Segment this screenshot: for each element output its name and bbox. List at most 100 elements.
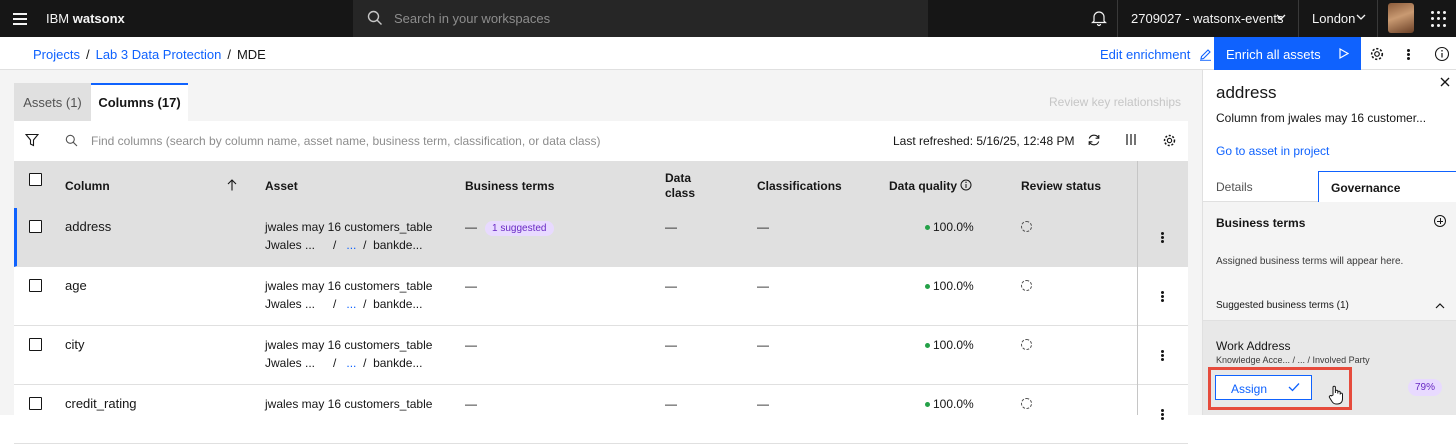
data-class-cell: —: [665, 397, 677, 411]
column-name[interactable]: address: [65, 219, 111, 234]
row-checkbox[interactable]: [29, 279, 42, 292]
header-data-quality[interactable]: Data quality: [889, 179, 957, 193]
panel-title: address: [1216, 83, 1277, 102]
asset-path: Jwales ... / ... / bankde...: [265, 238, 422, 252]
columns-icon[interactable]: [1125, 133, 1137, 146]
business-terms-cell: —: [465, 397, 477, 411]
overflow-menu-icon[interactable]: [1161, 232, 1164, 243]
product-logo[interactable]: IBM watsonx: [46, 11, 125, 26]
sort-ascending-icon[interactable]: [227, 179, 237, 191]
header-data-class[interactable]: Data: [665, 171, 691, 185]
header-classifications[interactable]: Classifications: [757, 179, 842, 193]
close-icon[interactable]: [1439, 76, 1451, 88]
search-icon: [367, 10, 382, 25]
row-checkbox[interactable]: [29, 220, 42, 233]
table-row[interactable]: age jwales may 16 customers_table Jwales…: [14, 267, 1188, 326]
breadcrumb-projects[interactable]: Projects: [33, 47, 80, 62]
account-switcher[interactable]: 2709027 - watsonx-events: [1131, 11, 1283, 26]
overflow-menu-icon[interactable]: [1161, 291, 1164, 302]
suggested-terms-heading[interactable]: Suggested business terms (1): [1216, 300, 1349, 311]
global-search[interactable]: Search in your workspaces: [353, 0, 928, 37]
menu-icon[interactable]: [8, 6, 34, 32]
asset-name[interactable]: jwales may 16 customers_table: [265, 338, 432, 352]
suggested-term-name[interactable]: Work Address: [1216, 339, 1290, 353]
tab-governance[interactable]: Governance: [1318, 171, 1456, 202]
tab-columns[interactable]: Columns (17): [91, 83, 188, 121]
go-to-asset-link[interactable]: Go to asset in project: [1216, 144, 1329, 158]
breadcrumb-bar: Projects / Lab 3 Data Protection / MDE Edit …: [0, 37, 1456, 70]
classifications-cell: —: [757, 220, 769, 234]
row-checkbox[interactable]: [29, 397, 42, 410]
suggested-term-path: Knowledge Acce... / ... / Involved Party: [1216, 355, 1370, 365]
region-switcher[interactable]: London: [1312, 11, 1355, 26]
business-terms-cell: —: [465, 338, 477, 352]
review-key-relationships-button[interactable]: Review key relationships: [1049, 95, 1181, 109]
header-business-terms[interactable]: Business terms: [465, 179, 554, 193]
asset-path-ellipsis[interactable]: ...: [346, 297, 356, 311]
tab-assets[interactable]: Assets (1): [14, 83, 91, 121]
column-name[interactable]: city: [65, 337, 85, 352]
asset-path-ellipsis[interactable]: ...: [346, 356, 356, 370]
asset-name[interactable]: jwales may 16 customers_table: [265, 397, 432, 411]
chevron-down-icon[interactable]: [1356, 14, 1366, 21]
confidence-badge: 79%: [1408, 379, 1442, 396]
breadcrumb: Projects / Lab 3 Data Protection / MDE: [33, 47, 266, 62]
asset-path-leaf: bankde...: [373, 356, 423, 370]
global-search-input[interactable]: Search in your workspaces: [394, 11, 550, 26]
breadcrumb-project[interactable]: Lab 3 Data Protection: [96, 47, 222, 62]
table-row[interactable]: address jwales may 16 customers_table Jw…: [14, 208, 1188, 267]
asset-path: Jwales ... / ... / bankde...: [265, 356, 422, 370]
edit-icon: [1199, 49, 1211, 61]
asset-name[interactable]: jwales may 16 customers_table: [265, 220, 432, 234]
overflow-menu-icon[interactable]: [1407, 49, 1410, 60]
overflow-menu-icon[interactable]: [1161, 350, 1164, 361]
chevron-down-icon[interactable]: [1276, 14, 1286, 21]
settings-icon[interactable]: [1369, 46, 1385, 62]
data-quality-cell: 100.0%: [925, 220, 974, 234]
asset-path-root: Jwales ...: [265, 238, 316, 252]
suggested-badge[interactable]: 1 suggested: [485, 221, 554, 236]
info-icon[interactable]: [960, 179, 972, 191]
tab-details[interactable]: Details: [1216, 180, 1253, 194]
panel-subtitle: Column from jwales may 16 customer...: [1216, 111, 1427, 125]
status-dot: [925, 225, 930, 231]
brand-name: watsonx: [72, 11, 125, 26]
header-data-class-line2: class: [665, 186, 696, 200]
chevron-up-icon[interactable]: [1435, 302, 1445, 309]
settings-icon[interactable]: [1162, 133, 1177, 148]
assign-button[interactable]: Assign: [1215, 375, 1312, 400]
play-icon: [1339, 48, 1349, 59]
select-all-checkbox[interactable]: [29, 173, 42, 186]
row-checkbox[interactable]: [29, 338, 42, 351]
header-asset[interactable]: Asset: [265, 179, 298, 193]
add-business-term-icon[interactable]: [1434, 215, 1446, 227]
asset-name[interactable]: jwales may 16 customers_table: [265, 279, 432, 293]
edit-enrichment-button[interactable]: Edit enrichment: [1100, 47, 1212, 62]
hand-cursor-icon: [1328, 385, 1343, 405]
info-icon[interactable]: [1434, 46, 1450, 62]
business-terms-heading: Business terms: [1216, 216, 1306, 230]
header-review-status[interactable]: Review status: [1021, 179, 1101, 193]
data-quality-cell: 100.0%: [925, 338, 974, 352]
column-name[interactable]: credit_rating: [65, 396, 137, 411]
column-name[interactable]: age: [65, 278, 87, 293]
checkmark-icon: [1288, 383, 1300, 392]
asset-path-ellipsis[interactable]: ...: [346, 238, 356, 252]
breadcrumb-separator: /: [85, 47, 90, 62]
avatar[interactable]: [1388, 3, 1414, 33]
asset-path: Jwales ... / ... / bankde...: [265, 297, 422, 311]
table-row[interactable]: city jwales may 16 customers_table Jwale…: [14, 326, 1188, 385]
refresh-icon[interactable]: [1087, 133, 1101, 147]
enrich-all-assets-button[interactable]: Enrich all assets: [1214, 37, 1361, 70]
notification-icon[interactable]: [1090, 9, 1108, 27]
suggested-term-card: Work Address Knowledge Acce... / ... / I…: [1203, 321, 1456, 415]
data-quality-value: 100.0%: [933, 279, 974, 293]
header-column[interactable]: Column: [65, 179, 110, 193]
filter-icon[interactable]: [25, 133, 39, 147]
column-search-input[interactable]: Find columns (search by column name, ass…: [91, 134, 601, 148]
breadcrumb-separator: /: [227, 47, 231, 62]
data-quality-value: 100.0%: [933, 397, 974, 411]
edit-enrichment-label: Edit enrichment: [1100, 47, 1191, 62]
app-switcher-icon[interactable]: [1431, 11, 1447, 27]
path-separator: /: [333, 238, 337, 252]
